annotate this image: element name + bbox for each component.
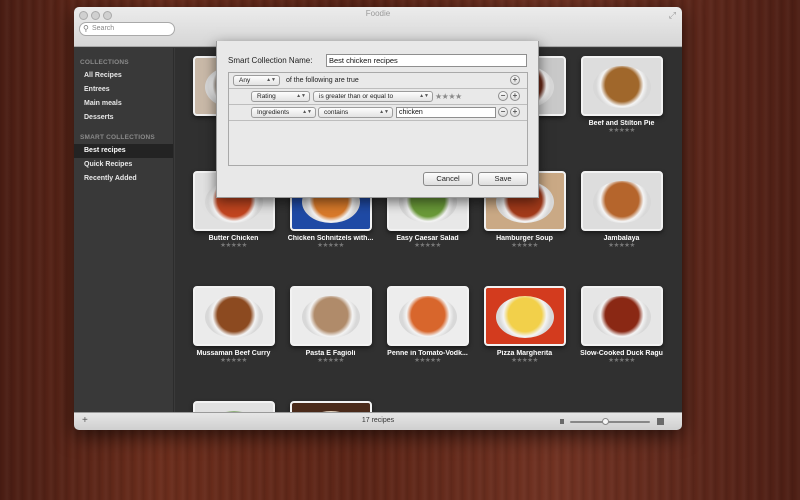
recipe-tile[interactable]: Penne in Tomato-Vodk... ★★★★★ xyxy=(379,286,476,365)
bottom-bar: + 17 recipes xyxy=(74,412,682,430)
recipe-photo xyxy=(289,286,372,346)
sidebar-item-quick-recipes[interactable]: Quick Recipes xyxy=(74,158,173,172)
recipe-rating-stars[interactable]: ★★★★★ xyxy=(282,357,379,365)
recipe-tile[interactable]: Pasta E Fagioli ★★★★★ xyxy=(282,286,379,365)
sidebar-item-all-recipes[interactable]: All Recipes xyxy=(74,69,173,83)
recipe-photo xyxy=(580,171,663,231)
sidebar-item-main-meals[interactable]: Main meals xyxy=(74,97,173,111)
recipe-photo xyxy=(386,286,469,346)
sidebar-item-best-recipes[interactable]: Best recipes xyxy=(74,144,173,158)
remove-rule-button[interactable]: − xyxy=(498,91,508,101)
fullscreen-icon[interactable]: ⤢ xyxy=(669,10,676,21)
popup-arrows-icon: ▲▼ xyxy=(296,93,306,99)
recipe-name: Chicken Schnitzels with... xyxy=(287,235,374,242)
food-plate xyxy=(592,181,651,223)
sidebar: COLLECTIONS All Recipes Entrees Main mea… xyxy=(74,48,174,412)
recipe-tile[interactable]: Beef and Stilton Pie ★★★★★ xyxy=(573,56,670,135)
sidebar-item-desserts[interactable]: Desserts xyxy=(74,111,173,125)
recipe-rating-stars[interactable]: ★★★★★ xyxy=(185,357,282,365)
recipe-tile[interactable]: Slow-Cooked Duck Ragu ★★★★★ xyxy=(573,286,670,365)
add-rule-button[interactable]: + xyxy=(510,91,520,101)
recipe-name: Easy Caesar Salad xyxy=(396,235,459,242)
match-row: Any ▲▼ of the following are true + xyxy=(229,73,527,89)
add-rule-button[interactable]: + xyxy=(510,107,520,117)
recipe-photo xyxy=(483,286,566,346)
recipe-name: Penne in Tomato-Vodk... xyxy=(387,350,468,357)
collection-name-input[interactable]: Best chicken recipes xyxy=(326,54,527,67)
food-plate xyxy=(398,296,457,338)
recipe-tile[interactable] xyxy=(185,401,282,412)
save-button[interactable]: Save xyxy=(478,172,528,186)
recipe-tile[interactable]: Jambalaya ★★★★★ xyxy=(573,171,670,250)
recipe-photo xyxy=(580,56,663,116)
window-title: Foodie xyxy=(365,9,391,18)
sidebar-item-recently-added[interactable]: Recently Added xyxy=(74,172,173,186)
sidebar-item-entrees[interactable]: Entrees xyxy=(74,83,173,97)
remove-rule-button[interactable]: − xyxy=(498,107,508,117)
food-plate xyxy=(592,296,651,338)
food-plate xyxy=(592,66,651,108)
recipe-rating-stars[interactable]: ★★★★★ xyxy=(379,357,476,365)
food-plate xyxy=(495,296,554,338)
rating-stars-control[interactable]: ★★★★ xyxy=(435,92,462,101)
rule-field-label: Ingredients xyxy=(257,109,290,116)
recipe-name: Mussaman Beef Curry xyxy=(196,350,271,357)
recipe-name: Pasta E Fagioli xyxy=(305,350,356,357)
rule-operator-label: is greater than or equal to xyxy=(319,93,394,100)
popup-arrows-icon: ▲▼ xyxy=(379,109,389,115)
recipe-name: Jambalaya xyxy=(603,235,640,242)
rules-list: Any ▲▼ of the following are true + Ratin… xyxy=(228,72,528,166)
rule-operator-popup[interactable]: is greater than or equal to ▲▼ xyxy=(313,91,433,102)
zoom-slider-knob[interactable] xyxy=(602,418,609,425)
rule-operator-label: contains xyxy=(324,109,349,116)
recipe-photo xyxy=(192,401,275,412)
smart-collection-sheet: Smart Collection Name: Best chicken reci… xyxy=(216,41,539,198)
popup-arrows-icon: ▲▼ xyxy=(419,93,429,99)
zoom-slider[interactable] xyxy=(570,421,650,423)
recipe-rating-stars[interactable]: ★★★★★ xyxy=(379,242,476,250)
rule-operator-popup[interactable]: contains ▲▼ xyxy=(318,107,393,118)
match-popup[interactable]: Any ▲▼ xyxy=(233,75,280,86)
food-plate xyxy=(204,296,263,338)
rule-row: Rating ▲▼ is greater than or equal to ▲▼… xyxy=(229,89,527,105)
recipe-rating-stars[interactable]: ★★★★★ xyxy=(185,242,282,250)
large-thumbnail-icon xyxy=(657,418,664,425)
recipe-rating-stars[interactable]: ★★★★★ xyxy=(573,127,670,135)
search-input[interactable]: ⚲ Search xyxy=(79,22,175,36)
rule-field-popup[interactable]: Ingredients ▲▼ xyxy=(251,107,316,118)
collection-name-label: Smart Collection Name: xyxy=(228,56,313,65)
recipe-photo xyxy=(580,286,663,346)
add-rule-button[interactable]: + xyxy=(510,75,520,85)
recipe-rating-stars[interactable]: ★★★★★ xyxy=(573,242,670,250)
rule-field-label: Rating xyxy=(257,93,276,100)
recipe-name: Butter Chicken xyxy=(208,235,259,242)
recipe-tile[interactable]: Mussaman Beef Curry ★★★★★ xyxy=(185,286,282,365)
recipe-name: Beef and Stilton Pie xyxy=(588,120,655,127)
recipe-name: Slow-Cooked Duck Ragu xyxy=(580,350,663,357)
food-plate xyxy=(301,296,360,338)
popup-arrows-icon: ▲▼ xyxy=(302,109,312,115)
recipe-tile[interactable] xyxy=(282,401,379,412)
cancel-button[interactable]: Cancel xyxy=(423,172,473,186)
search-icon: ⚲ xyxy=(83,24,89,33)
recipe-name: Hamburger Soup xyxy=(496,235,553,242)
recipe-rating-stars[interactable]: ★★★★★ xyxy=(573,357,670,365)
popup-arrows-icon: ▲▼ xyxy=(266,77,276,83)
small-thumbnail-icon xyxy=(560,419,564,424)
recipe-rating-stars[interactable]: ★★★★★ xyxy=(282,242,379,250)
rule-field-popup[interactable]: Rating ▲▼ xyxy=(251,91,310,102)
recipe-photo xyxy=(289,401,372,412)
search-placeholder: Search xyxy=(92,25,115,32)
rule-row: Ingredients ▲▼ contains ▲▼ chicken − + xyxy=(229,105,527,121)
smart-collections-header: SMART COLLECTIONS xyxy=(80,134,155,141)
recipe-rating-stars[interactable]: ★★★★★ xyxy=(476,242,573,250)
recipe-tile[interactable]: Pizza Margherita ★★★★★ xyxy=(476,286,573,365)
recipe-photo xyxy=(192,286,275,346)
recipe-name: Pizza Margherita xyxy=(496,350,553,357)
collections-header: COLLECTIONS xyxy=(80,59,129,66)
recipe-rating-stars[interactable]: ★★★★★ xyxy=(476,357,573,365)
match-popup-label: Any xyxy=(239,77,251,84)
match-text: of the following are true xyxy=(286,77,359,84)
rule-value-input[interactable]: chicken xyxy=(396,107,496,118)
